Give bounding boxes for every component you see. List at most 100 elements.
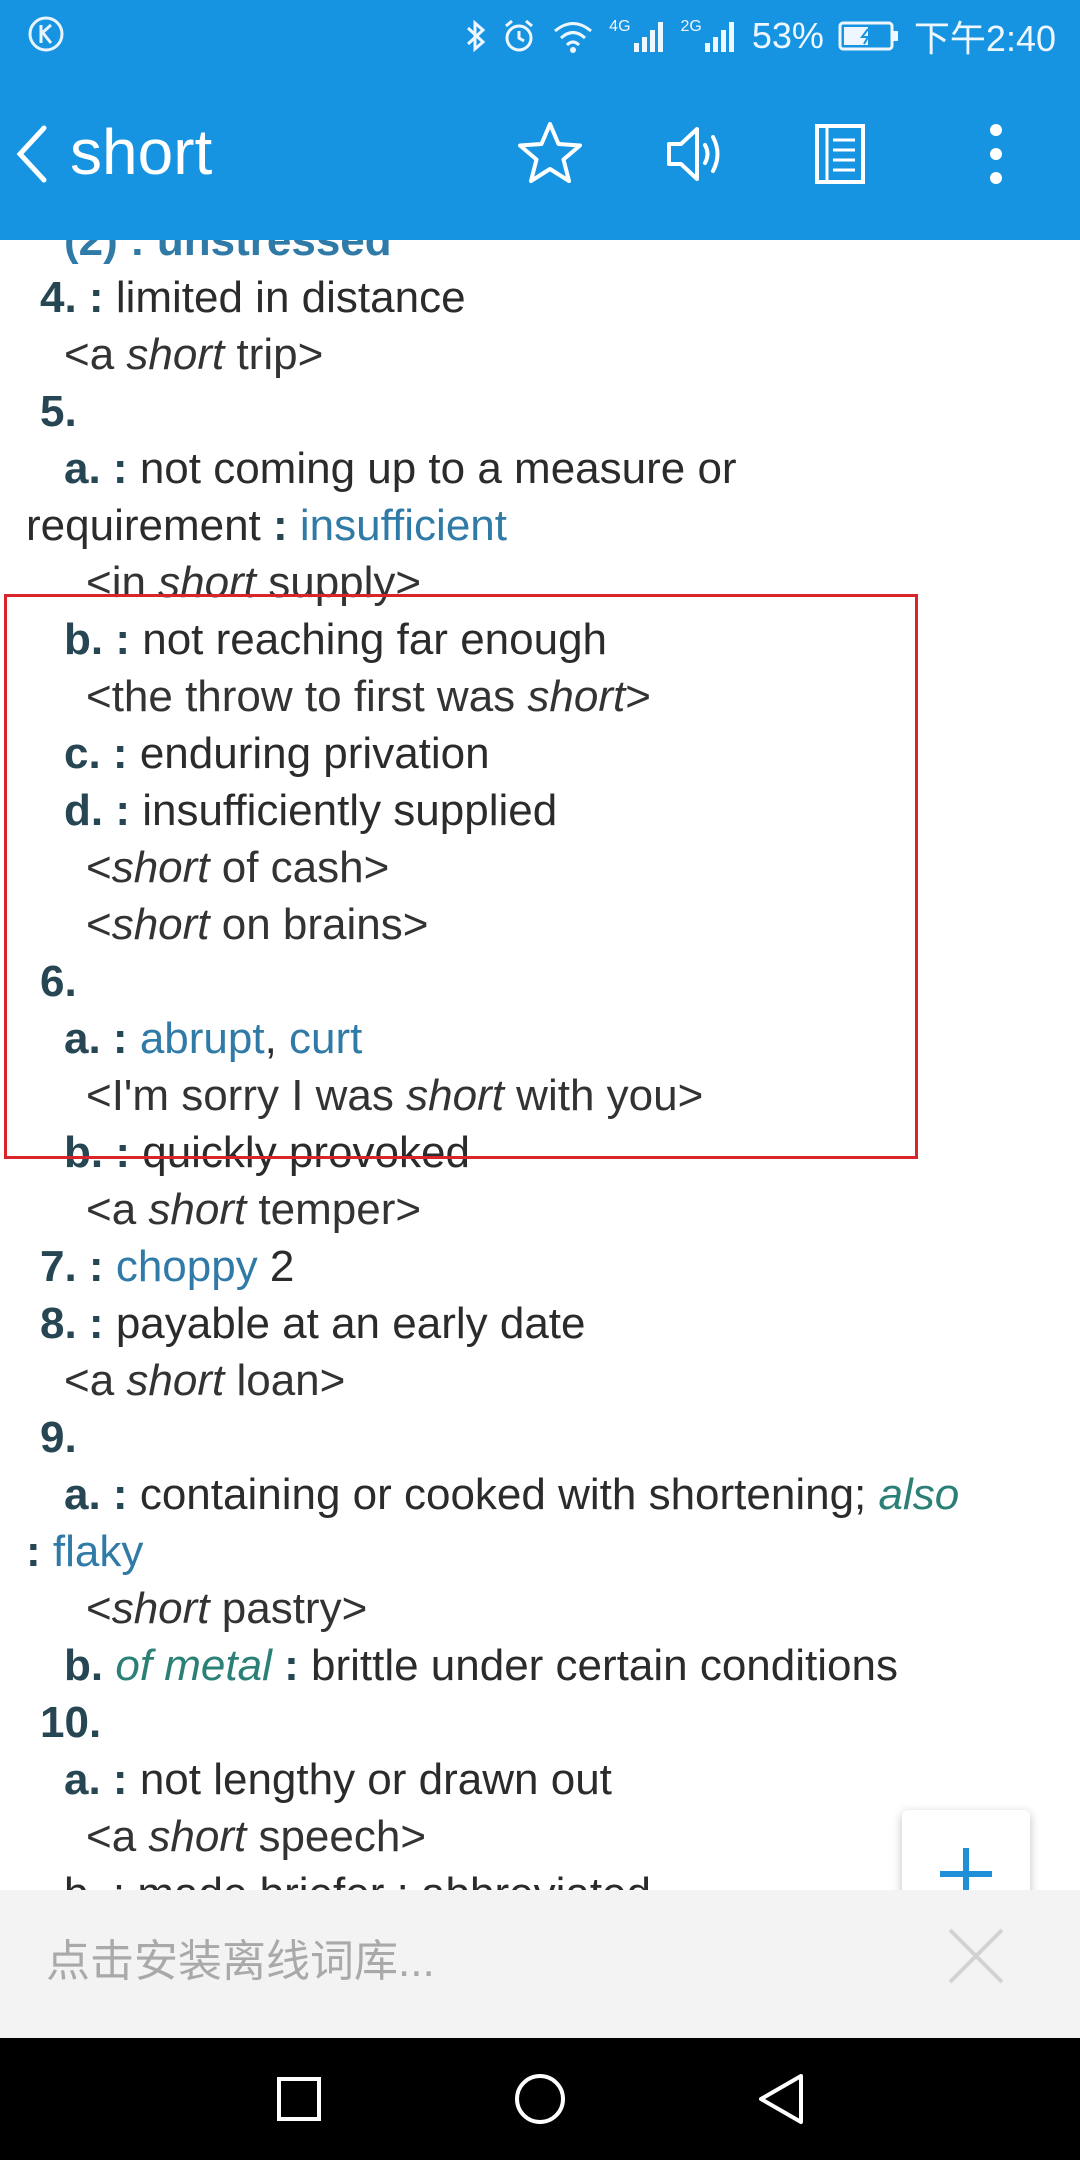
headword-italic: short	[126, 330, 225, 379]
home-button[interactable]	[505, 2064, 575, 2134]
sense-5d: d. : insufficiently supplied	[0, 782, 1080, 839]
subsense-letter: c.	[64, 729, 101, 778]
sense-6a: a. : abrupt, curt	[0, 1010, 1080, 1067]
sense-9: 9.	[0, 1409, 1080, 1466]
sense-number: 5.	[40, 387, 77, 436]
synonym-link-insufficient[interactable]: insufficient	[300, 501, 507, 550]
sense-5a: a. : not coming up to a measure or	[0, 440, 1080, 497]
usage-label-of-metal: of metal	[115, 1641, 272, 1690]
sense-5a-continued: requirement : insufficient	[0, 497, 1080, 554]
battery-icon	[838, 21, 898, 51]
sense-separator: :	[103, 1128, 143, 1177]
document-icon	[815, 124, 865, 184]
example-text: of cash>	[209, 843, 390, 892]
network-4g-label: 4G	[609, 18, 631, 35]
sense-separator: :	[260, 501, 300, 550]
favorite-button[interactable]	[510, 114, 590, 194]
subsense-letter: b.	[64, 615, 104, 664]
example-text: supply>	[256, 558, 422, 607]
back-icon	[759, 2074, 803, 2124]
example: <in short supply>	[0, 554, 1080, 611]
definition-text: limited in distance	[115, 273, 466, 322]
example: <short on brains>	[0, 896, 1080, 953]
headword-italic: short	[126, 1356, 225, 1405]
headword-italic: short	[148, 1812, 247, 1861]
sense-7: 7. : choppy 2	[0, 1238, 1080, 1295]
back-arrow-icon	[16, 125, 47, 183]
example: <a short trip>	[0, 326, 1080, 383]
sense-separator: :	[100, 729, 140, 778]
app-k-icon	[28, 16, 64, 52]
back-button[interactable]	[8, 118, 64, 190]
signal-4g: 4G	[609, 19, 666, 53]
sense-5: 5.	[0, 383, 1080, 440]
speaker-icon	[667, 127, 720, 181]
sense-8: 8. : payable at an early date	[0, 1295, 1080, 1352]
headword-italic: short	[111, 843, 210, 892]
example-text: loan>	[224, 1356, 346, 1405]
synonym-link-flaky[interactable]: flaky	[53, 1527, 143, 1576]
definition-text: containing or cooked with shortening;	[139, 1470, 879, 1519]
example-text: trip>	[224, 330, 324, 379]
synonym-link-choppy[interactable]: choppy	[116, 1242, 258, 1291]
example: <a short loan>	[0, 1352, 1080, 1409]
install-bar-close-button[interactable]	[944, 1924, 1008, 1988]
partial-line: (2) : unstressed	[64, 240, 392, 265]
sense-number: 9.	[40, 1413, 77, 1462]
definition-text: brittle under certain conditions	[310, 1641, 898, 1690]
bluetooth-icon	[467, 19, 486, 53]
signal-icon	[633, 22, 663, 52]
synonym-link-curt[interactable]: curt	[289, 1014, 362, 1063]
example: <a short temper>	[0, 1181, 1080, 1238]
synonym-link-abrupt[interactable]: abrupt	[140, 1014, 265, 1063]
sense-separator: :	[100, 1014, 140, 1063]
system-nav-bar	[0, 2038, 1080, 2160]
sense-6b: b. : quickly provoked	[0, 1124, 1080, 1181]
signal-2g: 2G	[681, 19, 738, 53]
example-text: <a	[86, 1812, 149, 1861]
install-offline-bar[interactable]: 点击安装离线词库...	[0, 1890, 1080, 2038]
subsense-letter: a.	[64, 1470, 101, 1519]
definition-text: quickly provoked	[142, 1128, 470, 1177]
sense-5b: b. : not reaching far enough	[0, 611, 1080, 668]
sense-separator: :	[76, 273, 116, 322]
clock: 下午2:40	[913, 18, 1056, 59]
definition-content[interactable]: (2) : unstressed 4. : limited in distanc…	[0, 240, 1080, 1890]
sense-9a-continued: : flaky	[0, 1523, 1080, 1580]
sense-number: 8.	[40, 1299, 77, 1348]
example-text: <I'm sorry I was	[86, 1071, 407, 1120]
signal-icon	[704, 22, 734, 52]
example-text: <in	[86, 558, 159, 607]
definition-text: requirement	[26, 501, 261, 550]
page-title: short	[70, 116, 213, 188]
sense-separator: :	[100, 1755, 140, 1804]
example-text: >	[625, 672, 651, 721]
wifi-icon	[554, 22, 593, 53]
sense-9b: b. of metal : brittle under certain cond…	[0, 1637, 1080, 1694]
sense-number: 4.	[40, 273, 77, 322]
sense-separator: :	[26, 1527, 53, 1576]
system-back-button[interactable]	[746, 2064, 816, 2134]
headword-italic: short	[111, 1584, 210, 1633]
install-offline-text[interactable]: 点击安装离线词库...	[46, 1934, 435, 1990]
sense-number: 7.	[40, 1242, 77, 1291]
subsense-letter: b.	[64, 1128, 104, 1177]
wordbook-button[interactable]	[800, 114, 880, 194]
pronounce-button[interactable]	[656, 114, 736, 194]
sense-separator: :	[76, 1242, 116, 1291]
sense-6: 6.	[0, 953, 1080, 1010]
definition-text: insufficiently supplied	[142, 786, 558, 835]
example-text: <	[86, 843, 112, 892]
sense-10: 10.	[0, 1694, 1080, 1751]
headword-italic: short	[148, 1185, 247, 1234]
recent-apps-button[interactable]	[264, 2064, 334, 2134]
example-text: <a	[64, 1356, 127, 1405]
example-text: pastry>	[209, 1584, 368, 1633]
status-right-group: 4G 2G 53% 下午2:40	[465, 12, 1056, 60]
example-text: on brains>	[209, 900, 429, 949]
more-options-button[interactable]	[956, 114, 1036, 194]
headword-italic: short	[406, 1071, 504, 1120]
subsense-letter: a.	[64, 1014, 101, 1063]
definition-line: (2) : unstressed	[0, 240, 1080, 269]
definition-text: payable at an early date	[115, 1299, 586, 1348]
